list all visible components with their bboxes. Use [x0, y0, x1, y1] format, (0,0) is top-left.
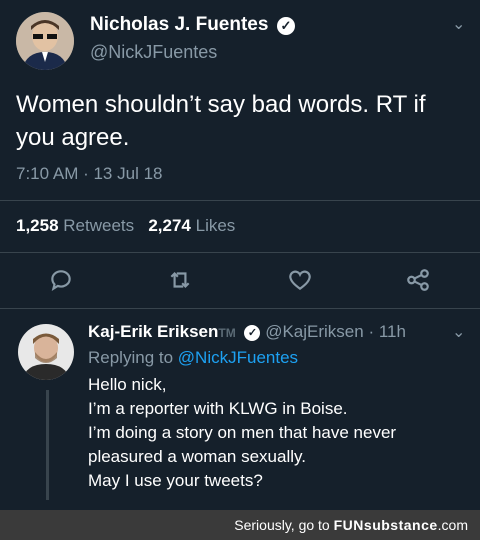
author-header: Nicholas J. Fuentes ✓ [90, 14, 295, 36]
like-count[interactable]: 2,274 [148, 216, 191, 235]
reply-time[interactable]: · 11h [368, 322, 406, 341]
divider [0, 308, 480, 309]
retweet-count[interactable]: 1,258 [16, 216, 59, 235]
thread-line [46, 390, 49, 500]
reply-author-handle[interactable]: @KajEriksen [265, 322, 364, 341]
retweet-icon[interactable] [167, 267, 193, 293]
reply-author-avatar[interactable] [18, 324, 74, 380]
reply-line: Hello nick, [88, 375, 167, 394]
watermark-prefix: Seriously, go to [234, 517, 330, 533]
reply-text: Hello nick, I’m a reporter with KLWG in … [88, 373, 468, 493]
like-icon[interactable] [287, 267, 313, 293]
reply-icon[interactable] [48, 267, 74, 293]
watermark-brand-part2: substance [363, 517, 438, 533]
like-label[interactable]: Likes [196, 216, 236, 235]
chevron-down-icon[interactable]: ⌄ [452, 322, 465, 342]
reply-line: I’m doing a story on men that have never [88, 423, 397, 442]
tweet-timestamp[interactable]: 7:10 AM · 13 Jul 18 [16, 164, 162, 184]
replying-to-label: Replying to [88, 348, 174, 367]
verified-badge-icon: ✓ [244, 324, 261, 341]
retweet-label[interactable]: Retweets [63, 216, 134, 235]
watermark-suffix: .com [437, 517, 468, 533]
reply-line: May I use your tweets? [88, 471, 263, 490]
reply-header: Kaj-Erik EriksenTM ✓ @KajEriksen · 11h [88, 322, 406, 342]
reply-line: I’m a reporter with KLWG in Boise. [88, 399, 348, 418]
author-handle[interactable]: @NickJFuentes [90, 42, 217, 63]
author-avatar[interactable] [16, 12, 74, 70]
reply-line: pleasured a woman sexually. [88, 447, 306, 466]
watermark-brand-part1: FUN [333, 517, 364, 533]
tweet-stats: 1,258 Retweets 2,274 Likes [16, 216, 235, 236]
trademark-mark: TM [218, 326, 236, 340]
author-name[interactable]: Nicholas J. Fuentes [90, 14, 268, 35]
watermark-brand: FUNsubstance [334, 517, 438, 533]
verified-badge-icon: ✓ [276, 16, 295, 35]
share-icon[interactable] [405, 267, 431, 293]
reply-author-name[interactable]: Kaj-Erik Eriksen [88, 322, 218, 341]
watermark-text: Seriously, go to FUNsubstance.com [234, 517, 468, 533]
watermark-footer: Seriously, go to FUNsubstance.com [0, 510, 480, 540]
replying-to-handle[interactable]: @NickJFuentes [178, 348, 298, 367]
replying-to: Replying to @NickJFuentes [88, 348, 298, 368]
divider [0, 252, 480, 253]
chevron-down-icon[interactable]: ⌄ [452, 14, 465, 34]
tweet-text: Women shouldn’t say bad words. RT if you… [16, 91, 426, 151]
divider [0, 200, 480, 201]
